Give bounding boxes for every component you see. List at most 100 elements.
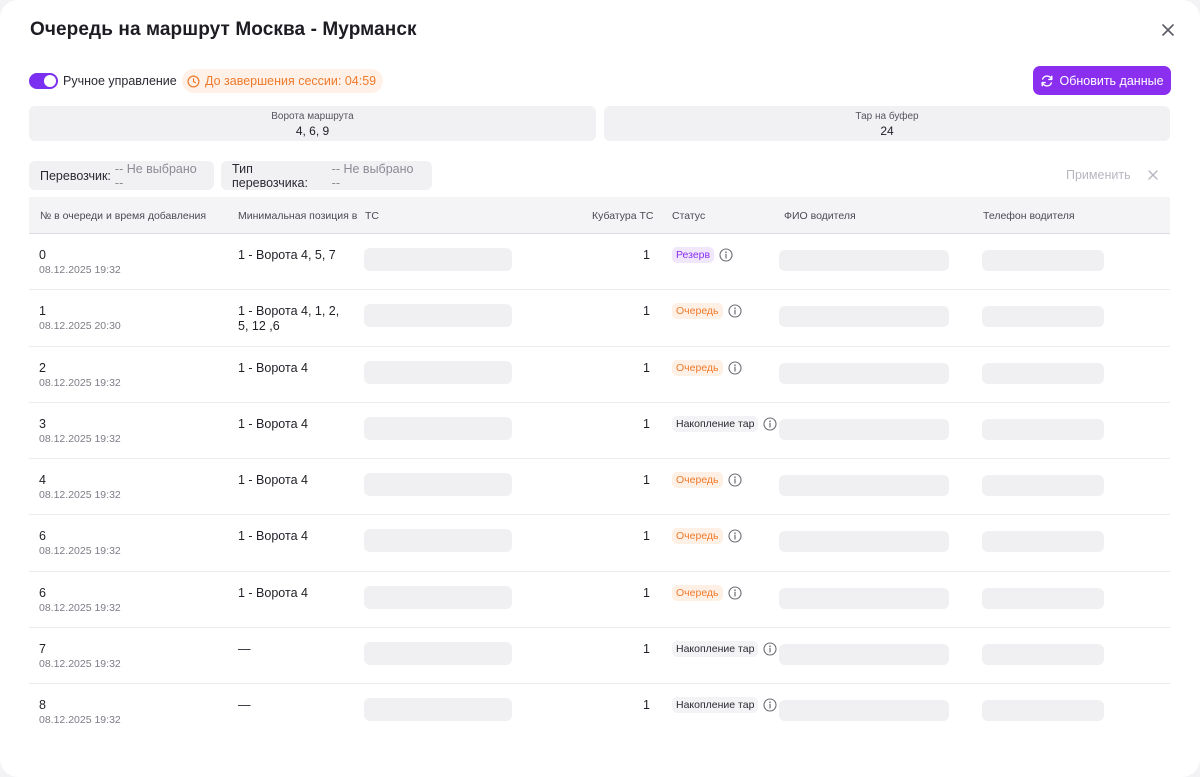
- min-position: 1 - Ворота 4: [238, 360, 308, 375]
- status-badge: Резерв: [672, 247, 715, 263]
- vehicle-placeholder: [364, 642, 512, 666]
- info-icon[interactable]: [727, 304, 742, 318]
- driver-name-placeholder: [779, 587, 949, 609]
- status-cell: Очередь: [672, 528, 742, 545]
- queue-number: 6: [39, 585, 46, 600]
- info-icon[interactable]: [727, 529, 742, 544]
- status-badge: Очередь: [672, 584, 723, 601]
- vehicle-placeholder: [364, 698, 512, 722]
- col-vehicle[interactable]: ТС: [365, 210, 379, 222]
- col-queue-number[interactable]: № в очереди и время добавления: [40, 210, 206, 222]
- status-cell: Очередь: [672, 584, 742, 601]
- vehicle-volume: 1: [643, 304, 650, 319]
- info-icon[interactable]: [763, 417, 777, 431]
- clear-filters-icon[interactable]: [1146, 168, 1160, 182]
- vehicle-volume: 1: [643, 642, 650, 657]
- min-position: 1 - Ворота 4: [238, 585, 308, 600]
- status-cell: Очередь: [672, 472, 742, 489]
- driver-name-placeholder: [779, 418, 949, 440]
- carrier-filter-value: -- Не выбрано --: [114, 161, 197, 190]
- min-position: 1 - Ворота 4, 1, 2, 5, 12 ,6: [238, 304, 340, 334]
- status-badge: Очередь: [672, 528, 723, 545]
- carrier-filter[interactable]: Перевозчик: -- Не выбрано --: [29, 161, 214, 190]
- info-icon[interactable]: [727, 361, 742, 375]
- status-cell: Очередь: [672, 359, 742, 376]
- driver-name-placeholder: [779, 700, 949, 722]
- driver-name-placeholder: [779, 644, 949, 666]
- toolbar: Ручное управление До завершения сессии: …: [28, 66, 1171, 95]
- vehicle-volume: 1: [643, 360, 650, 375]
- info-icon[interactable]: [763, 698, 777, 712]
- vehicle-placeholder: [364, 473, 512, 497]
- status-badge: Очередь: [672, 472, 723, 489]
- vehicle-volume: 1: [643, 698, 650, 713]
- driver-phone-placeholder: [982, 531, 1104, 553]
- table-row[interactable]: 7 08.12.2025 19:32 — 1 Накопление тар: [29, 628, 1170, 685]
- route-gates-box: Ворота маршрута 4, 6, 9: [29, 106, 596, 141]
- driver-name-placeholder: [779, 531, 949, 553]
- col-driver-name[interactable]: ФИО водителя: [784, 210, 856, 222]
- table-row[interactable]: 1 08.12.2025 20:30 1 - Ворота 4, 1, 2, 5, …: [29, 290, 1170, 347]
- refresh-data-label: Обновить данные: [1059, 73, 1164, 88]
- vehicle-volume: 1: [643, 585, 650, 600]
- vehicle-placeholder: [364, 585, 512, 609]
- refresh-data-button[interactable]: Обновить данные: [1033, 66, 1171, 95]
- queue-modal: Очередь на маршрут Москва - Мурманск Руч…: [0, 0, 1200, 777]
- route-gates-label: Ворота маршрута: [271, 111, 354, 122]
- status-cell: Очередь: [672, 303, 742, 320]
- info-icon[interactable]: [719, 248, 733, 262]
- table-row[interactable]: 4 08.12.2025 19:32 1 - Ворота 4 1 Очередь: [29, 459, 1170, 516]
- vehicle-placeholder: [364, 416, 512, 440]
- col-driver-phone[interactable]: Телефон водителя: [983, 210, 1075, 222]
- manual-control-toggle[interactable]: [29, 73, 58, 89]
- carrier-type-filter-value: -- Не выбрано --: [331, 161, 414, 190]
- status-badge: Накопление тар: [672, 415, 759, 432]
- col-volume[interactable]: Кубатура ТС: [592, 210, 654, 222]
- queue-number: 1: [39, 304, 46, 319]
- modal-title: Очередь на маршрут Москва - Мурманск: [30, 19, 417, 40]
- close-button[interactable]: [1158, 20, 1178, 40]
- queue-number: 2: [39, 360, 46, 375]
- table-row[interactable]: 6 08.12.2025 19:32 1 - Ворота 4 1 Очередь: [29, 572, 1170, 629]
- table-row[interactable]: 3 08.12.2025 19:32 1 - Ворота 4 1 Накопление…: [29, 403, 1170, 460]
- vehicle-volume: 1: [643, 529, 650, 544]
- carrier-filter-label: Перевозчик:: [40, 168, 111, 183]
- added-time: 08.12.2025 20:30: [39, 320, 121, 333]
- min-position: 1 - Ворота 4: [238, 473, 308, 488]
- table-body: 0 08.12.2025 19:32 1 - Ворота 4, 5, 7 1 Резе…: [29, 234, 1170, 741]
- carrier-type-filter-label: Тип перевозчика:: [232, 161, 308, 190]
- driver-phone-placeholder: [982, 700, 1104, 722]
- vehicle-placeholder: [364, 304, 512, 328]
- table-row[interactable]: 6 08.12.2025 19:32 1 - Ворота 4 1 Очередь: [29, 515, 1170, 572]
- min-position: —: [238, 698, 251, 713]
- col-status[interactable]: Статус: [672, 210, 705, 222]
- queue-number: 8: [39, 698, 46, 713]
- table-row[interactable]: 2 08.12.2025 19:32 1 - Ворота 4 1 Очередь: [29, 347, 1170, 403]
- toggle-knob: [44, 75, 56, 87]
- queue-number: 4: [39, 473, 46, 488]
- table-row[interactable]: 8 08.12.2025 19:32 — 1 Накопление тар: [29, 684, 1170, 740]
- added-time: 08.12.2025 19:32: [39, 714, 121, 727]
- route-gates-value: 4, 6, 9: [295, 124, 330, 138]
- refresh-icon: [1041, 74, 1053, 87]
- vehicle-placeholder: [364, 360, 512, 384]
- driver-phone-placeholder: [982, 306, 1104, 328]
- apply-filters-button[interactable]: Применить: [1066, 168, 1131, 182]
- added-time: 08.12.2025 19:32: [39, 264, 121, 276]
- carrier-type-filter[interactable]: Тип перевозчика: -- Не выбрано --: [221, 161, 432, 190]
- min-position: —: [238, 642, 251, 657]
- table-row[interactable]: 0 08.12.2025 19:32 1 - Ворота 4, 5, 7 1 Резе…: [29, 234, 1170, 291]
- added-time: 08.12.2025 19:32: [39, 489, 121, 502]
- added-time: 08.12.2025 19:32: [39, 601, 121, 614]
- vehicle-volume: 1: [643, 416, 650, 431]
- info-icon[interactable]: [727, 586, 742, 600]
- info-icon[interactable]: [727, 473, 742, 487]
- buffer-value: 24: [880, 124, 894, 138]
- status-cell: Резерв: [672, 247, 733, 263]
- info-icon[interactable]: [763, 642, 777, 656]
- close-icon: [1162, 24, 1174, 36]
- added-time: 08.12.2025 19:32: [39, 376, 121, 389]
- col-min-position[interactable]: Минимальная позиция в: [238, 210, 357, 222]
- buffer-box: Тар на буфер 24: [604, 106, 1170, 141]
- vehicle-placeholder: [364, 529, 512, 553]
